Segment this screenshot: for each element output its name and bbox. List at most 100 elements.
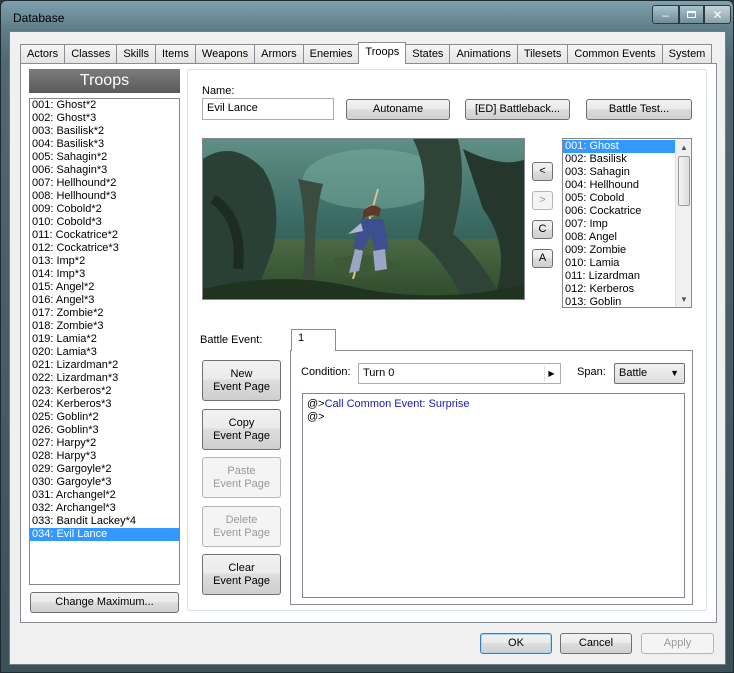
- remove-enemy-button[interactable]: >: [532, 191, 553, 210]
- condition-field[interactable]: Turn 0 ▶: [358, 363, 561, 384]
- apply-button[interactable]: Apply: [641, 633, 714, 654]
- arrange-enemies-button[interactable]: A: [532, 249, 553, 268]
- event-command-list[interactable]: @>Call Common Event: Surprise @>: [302, 393, 685, 598]
- tab-items[interactable]: Items: [154, 44, 196, 64]
- troop-list-item[interactable]: 014: Imp*3: [30, 268, 179, 281]
- event-command-line[interactable]: @>Call Common Event: Surprise: [307, 398, 680, 411]
- tab-tilesets[interactable]: Tilesets: [516, 44, 569, 64]
- event-command-line[interactable]: @>: [307, 411, 680, 424]
- troop-list-item[interactable]: 029: Gargoyle*2: [30, 463, 179, 476]
- troop-list-item[interactable]: 005: Sahagin*2: [30, 151, 179, 164]
- maximize-icon: [687, 11, 696, 18]
- tab-system[interactable]: System: [661, 44, 713, 64]
- tab-armors[interactable]: Armors: [254, 44, 304, 64]
- troop-list-item[interactable]: 034: Evil Lance: [30, 528, 179, 541]
- forest-battleback-image: [203, 139, 524, 299]
- troop-list-item[interactable]: 021: Lizardman*2: [30, 359, 179, 372]
- enemy-list-item[interactable]: 012: Kerberos: [563, 283, 676, 296]
- troop-list-item[interactable]: 006: Sahagin*3: [30, 164, 179, 177]
- minimize-button[interactable]: –: [652, 5, 679, 24]
- tab-actors[interactable]: Actors: [20, 44, 66, 64]
- enemy-list-item[interactable]: 008: Angel: [563, 231, 676, 244]
- scroll-up-icon[interactable]: ▲: [676, 139, 691, 155]
- battleback-preview[interactable]: [202, 138, 525, 300]
- tab-classes[interactable]: Classes: [64, 44, 118, 64]
- enemy-list-item[interactable]: 007: Imp: [563, 218, 676, 231]
- tab-animations[interactable]: Animations: [449, 44, 518, 64]
- enemy-list-item[interactable]: 004: Hellhound: [563, 179, 676, 192]
- troop-list-item[interactable]: 007: Hellhound*2: [30, 177, 179, 190]
- tab-troops[interactable]: Troops: [358, 42, 407, 64]
- database-tabs: Actors Classes Skills Items Weapons Armors Ene…: [20, 42, 713, 64]
- tab-states[interactable]: States: [405, 44, 451, 64]
- tab-common-events[interactable]: Common Events: [567, 44, 663, 64]
- troop-list-item[interactable]: 008: Hellhound*3: [30, 190, 179, 203]
- tab-skills[interactable]: Skills: [116, 44, 156, 64]
- condition-edit-icon[interactable]: ▶: [544, 366, 558, 381]
- copy-event-page-button[interactable]: Copy Event Page: [202, 409, 281, 450]
- troop-list[interactable]: 001: Ghost*2 002: Ghost*3 003: Basilisk*2 0…: [29, 98, 180, 585]
- troop-list-item[interactable]: 033: Bandit Lackey*4: [30, 515, 179, 528]
- enemy-list-item[interactable]: 011: Lizardman: [563, 270, 676, 283]
- add-enemy-button[interactable]: <: [532, 162, 553, 181]
- troop-list-item[interactable]: 028: Harpy*3: [30, 450, 179, 463]
- enemy-list-item[interactable]: 009: Zombie: [563, 244, 676, 257]
- troop-list-item[interactable]: 001: Ghost*2: [30, 99, 179, 112]
- troop-list-item[interactable]: 020: Lamia*3: [30, 346, 179, 359]
- span-select[interactable]: Battle ▼: [614, 363, 685, 384]
- troop-list-item[interactable]: 030: Gargoyle*3: [30, 476, 179, 489]
- enemy-list-item[interactable]: 003: Sahagin: [563, 166, 676, 179]
- troop-list-item[interactable]: 011: Cockatrice*2: [30, 229, 179, 242]
- clear-enemies-button[interactable]: C: [532, 220, 553, 239]
- enemy-list-item[interactable]: 002: Basilisk: [563, 153, 676, 166]
- troop-list-item[interactable]: 022: Lizardman*3: [30, 372, 179, 385]
- maximize-button[interactable]: [679, 5, 704, 24]
- close-button[interactable]: ✕: [704, 5, 731, 24]
- troop-list-item[interactable]: 003: Basilisk*2: [30, 125, 179, 138]
- troop-list-item[interactable]: 024: Kerberos*3: [30, 398, 179, 411]
- scroll-thumb[interactable]: [678, 156, 690, 206]
- cancel-button[interactable]: Cancel: [560, 633, 632, 654]
- troop-list-item[interactable]: 013: Imp*2: [30, 255, 179, 268]
- enemy-list-item[interactable]: 010: Lamia: [563, 257, 676, 270]
- troop-list-item[interactable]: 009: Cobold*2: [30, 203, 179, 216]
- enemy-list-item[interactable]: 005: Cobold: [563, 192, 676, 205]
- enemy-list[interactable]: 001: Ghost 002: Basilisk 003: Sahagin 004: …: [562, 138, 692, 308]
- troop-list-item[interactable]: 012: Cockatrice*3: [30, 242, 179, 255]
- title-bar[interactable]: Database – ✕: [1, 1, 733, 35]
- enemy-list-item[interactable]: 001: Ghost: [563, 140, 676, 153]
- troop-list-item[interactable]: 016: Angel*3: [30, 294, 179, 307]
- change-maximum-button[interactable]: Change Maximum...: [30, 592, 179, 613]
- event-page-tab-1[interactable]: 1: [291, 329, 336, 351]
- troop-list-item[interactable]: 015: Angel*2: [30, 281, 179, 294]
- troop-list-item[interactable]: 017: Zombie*2: [30, 307, 179, 320]
- battleback-button[interactable]: [ED] Battleback...: [465, 99, 570, 120]
- troop-list-item[interactable]: 027: Harpy*2: [30, 437, 179, 450]
- delete-event-page-button[interactable]: Delete Event Page: [202, 506, 281, 547]
- name-field[interactable]: Evil Lance: [202, 98, 334, 120]
- clear-event-page-button[interactable]: Clear Event Page: [202, 554, 281, 595]
- troop-list-item[interactable]: 025: Goblin*2: [30, 411, 179, 424]
- troop-list-item[interactable]: 032: Archangel*3: [30, 502, 179, 515]
- troop-list-item[interactable]: 004: Basilisk*3: [30, 138, 179, 151]
- troop-list-item[interactable]: 019: Lamia*2: [30, 333, 179, 346]
- troop-list-item[interactable]: 010: Cobold*3: [30, 216, 179, 229]
- troop-list-item[interactable]: 002: Ghost*3: [30, 112, 179, 125]
- name-label: Name:: [202, 85, 235, 97]
- battle-test-button[interactable]: Battle Test...: [586, 99, 692, 120]
- troop-list-item[interactable]: 031: Archangel*2: [30, 489, 179, 502]
- enemy-list-scrollbar[interactable]: ▲ ▼: [675, 139, 691, 307]
- troop-list-item[interactable]: 026: Goblin*3: [30, 424, 179, 437]
- tab-weapons[interactable]: Weapons: [194, 44, 256, 64]
- scroll-down-icon[interactable]: ▼: [676, 291, 691, 307]
- new-event-page-button[interactable]: New Event Page: [202, 360, 281, 401]
- paste-event-page-button[interactable]: Paste Event Page: [202, 457, 281, 498]
- enemy-list-item[interactable]: 006: Cockatrice: [563, 205, 676, 218]
- troop-list-item[interactable]: 023: Kerberos*2: [30, 385, 179, 398]
- autoname-button[interactable]: Autoname: [346, 99, 450, 120]
- enemy-list-item[interactable]: 013: Goblin: [563, 296, 676, 307]
- database-window: Database – ✕ Actors Classes Skills Items Wea…: [0, 0, 734, 673]
- tab-enemies[interactable]: Enemies: [302, 44, 360, 64]
- ok-button[interactable]: OK: [480, 633, 552, 654]
- troop-list-item[interactable]: 018: Zombie*3: [30, 320, 179, 333]
